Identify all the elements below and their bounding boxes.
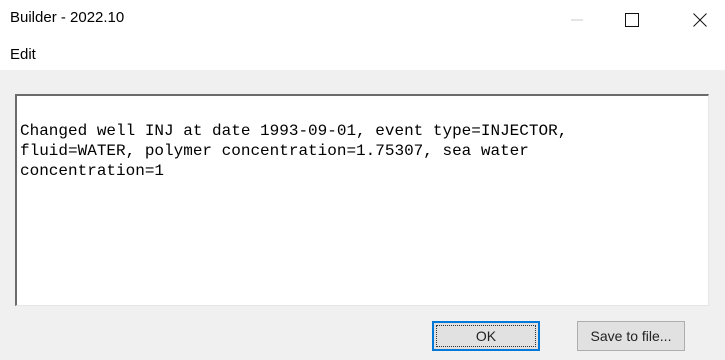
- dialog-body: Changed well INJ at date 1993-09-01, eve…: [0, 70, 725, 360]
- menu-bar: Edit: [0, 40, 725, 70]
- minimize-icon: [571, 19, 583, 21]
- save-to-file-button[interactable]: Save to file...: [577, 321, 685, 351]
- save-to-file-button-label: Save to file...: [590, 328, 672, 344]
- maximize-button[interactable]: [610, 0, 654, 40]
- ok-button[interactable]: OK: [432, 321, 540, 351]
- close-button[interactable]: [678, 0, 722, 40]
- minimize-button[interactable]: [555, 0, 599, 40]
- close-icon: [693, 13, 707, 27]
- maximize-icon: [625, 13, 639, 27]
- window-title: Builder - 2022.10: [10, 9, 125, 26]
- title-bar: Builder - 2022.10: [0, 0, 725, 40]
- message-textarea[interactable]: Changed well INJ at date 1993-09-01, eve…: [15, 94, 709, 306]
- menu-item-edit[interactable]: Edit: [10, 46, 36, 63]
- focus-rectangle: [436, 325, 536, 347]
